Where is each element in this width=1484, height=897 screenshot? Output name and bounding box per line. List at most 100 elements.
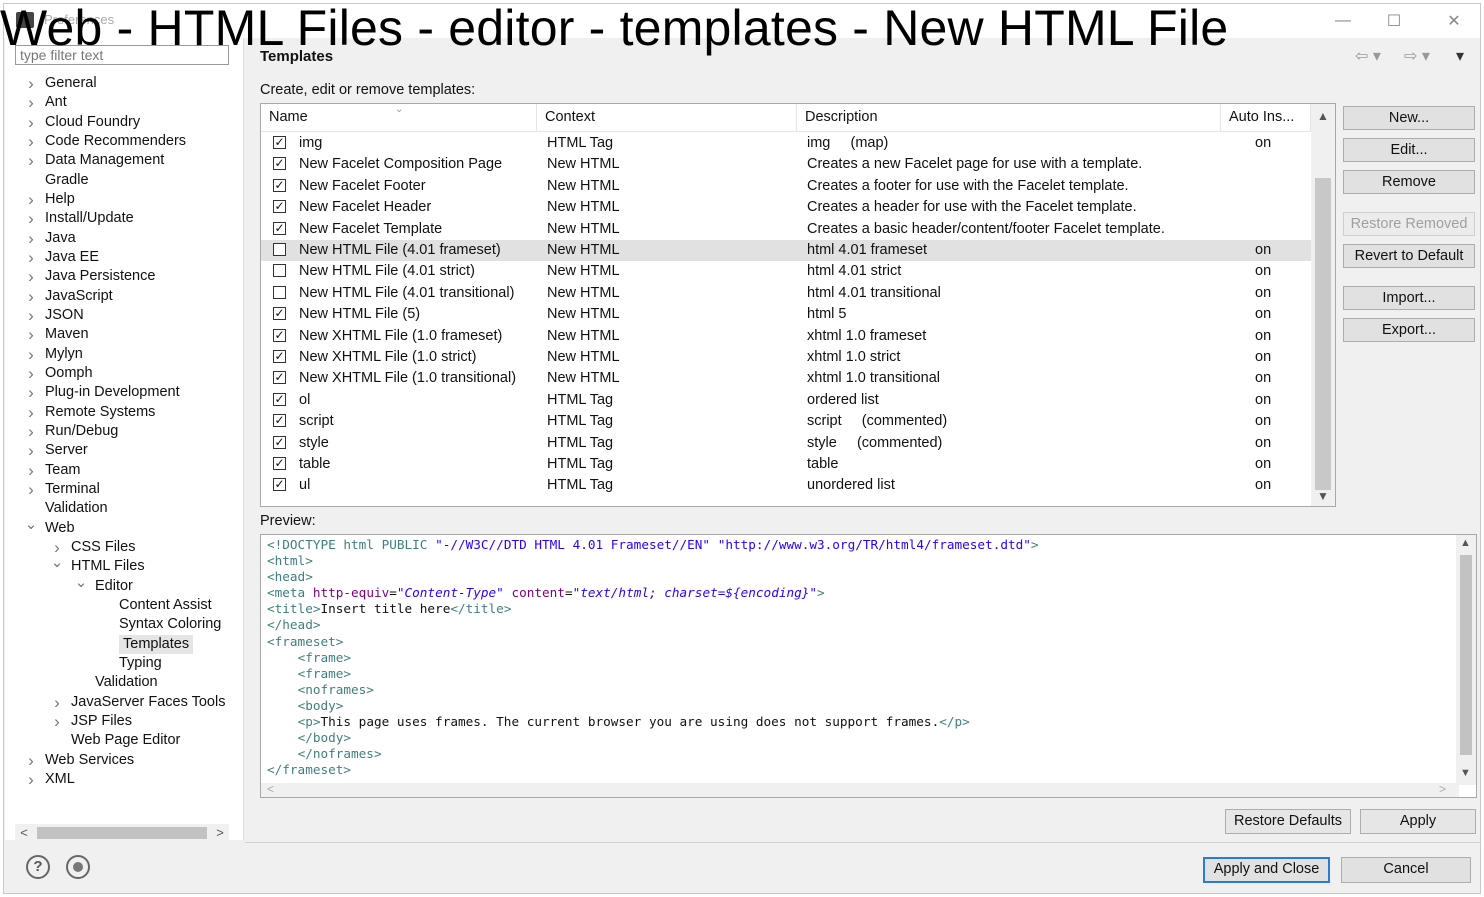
scroll-right-icon[interactable]: > [1439,782,1446,796]
enable-checkbox[interactable]: ✓ [273,178,286,192]
tree-item[interactable]: › Code Recommenders [28,132,186,151]
edit-button[interactable]: Edit... [1343,138,1475,162]
scrollbar-thumb[interactable] [1460,555,1472,755]
tree-item[interactable]: › JSP Files [54,712,132,731]
scroll-right-icon[interactable]: > [211,824,229,841]
tree-item[interactable]: › Oomph [28,364,92,383]
enable-checkbox[interactable]: ✓ [273,136,286,149]
tree-item[interactable]: › Java Persistence [28,267,155,286]
table-row[interactable]: ✓ New XHTML File (1.0 transitional) New HT… [261,368,1311,389]
table-row[interactable]: ✓ New HTML File (5) New HTML html 5 on [261,304,1311,325]
table-row[interactable]: ✓ New Facelet Template New HTML Creates a b… [261,219,1311,240]
tree-item[interactable]: › XML [28,770,75,789]
table-row[interactable]: ✓ script HTML Tag script (commented) on [261,411,1311,432]
preview-pane[interactable]: <!DOCTYPE html PUBLIC "-//W3C//DTD HTML … [260,534,1477,798]
enable-checkbox[interactable]: ✓ [273,350,286,363]
enable-checkbox[interactable]: ✓ [273,435,286,449]
scroll-up-icon[interactable]: ▲ [1311,106,1335,126]
apply-button[interactable]: Apply [1360,809,1476,834]
column-description[interactable]: Description [797,104,1221,131]
collapsed-chevron-icon[interactable]: › [23,770,39,789]
tree-item[interactable]: › Data Management [28,151,164,170]
tree-item[interactable]: › Install/Update [28,209,134,228]
tree-item[interactable]: › Java [28,229,75,248]
collapsed-chevron-icon[interactable]: › [23,345,39,364]
enable-checkbox[interactable]: ✓ [273,392,286,406]
tree-item[interactable]: › Mylyn [28,345,83,364]
tree-item[interactable]: Gradle [45,171,89,190]
collapsed-chevron-icon[interactable]: › [23,267,39,286]
table-row[interactable]: ✓ img HTML Tag img (map) on [261,133,1311,154]
cancel-button[interactable]: Cancel [1341,857,1471,883]
tree-item[interactable]: › Maven [28,325,88,344]
table-row[interactable]: New HTML File (4.01 frameset) New HTML htm… [261,240,1311,262]
tree-item[interactable]: Typing [119,654,162,673]
scrollbar-thumb[interactable] [1315,178,1331,490]
collapsed-chevron-icon[interactable]: › [23,751,39,770]
enable-checkbox[interactable] [273,243,286,256]
scroll-down-icon[interactable]: ▼ [1311,486,1335,506]
tree-item[interactable]: Templates [119,634,194,654]
tree-item[interactable]: › Run/Debug [28,422,118,441]
close-button[interactable]: ✕ [1431,6,1477,36]
tree-item[interactable]: ⌄ Editor [75,574,133,596]
tree-item[interactable]: › Terminal [28,480,100,499]
tree-item[interactable]: › Ant [28,93,67,112]
tree-item[interactable]: ⌄ Web [25,516,75,538]
forward-arrow-icon[interactable]: ⇨ ▾ [1404,46,1430,66]
scroll-down-icon[interactable]: ▼ [1460,767,1471,779]
enable-checkbox[interactable]: ✓ [273,414,286,428]
column-auto-insert[interactable]: Auto Ins... [1221,104,1311,131]
scroll-left-icon[interactable]: < [15,824,33,841]
table-row[interactable]: New HTML File (4.01 strict) New HTML html … [261,261,1311,282]
table-row[interactable]: ✓ New XHTML File (1.0 frameset) New HTML xh… [261,326,1311,347]
view-menu-icon[interactable]: ▾ [1456,46,1464,66]
apply-and-close-button[interactable]: Apply and Close [1203,857,1330,883]
table-row[interactable]: ✓ New Facelet Header New HTML Creates a hea… [261,197,1311,218]
maximize-button[interactable]: ☐ [1371,6,1417,36]
tree-item[interactable]: › Help [28,190,75,209]
enable-checkbox[interactable]: ✓ [273,457,286,470]
preview-horizontal-scrollbar[interactable]: < > [261,782,1459,797]
tree-item[interactable]: Validation [95,673,158,692]
collapsed-chevron-icon[interactable]: › [23,190,39,209]
collapsed-chevron-icon[interactable]: › [23,383,39,402]
help-icon[interactable]: ? [26,855,50,879]
enable-checkbox[interactable]: ✓ [273,200,286,214]
enable-checkbox[interactable]: ✓ [273,307,286,321]
collapsed-chevron-icon[interactable]: › [23,113,39,132]
tree-item[interactable]: Validation [45,499,108,518]
collapsed-chevron-icon[interactable]: › [23,229,39,248]
collapsed-chevron-icon[interactable]: › [23,306,39,325]
table-vertical-scrollbar[interactable]: ▲ ▼ [1311,104,1335,506]
table-row[interactable]: ✓ style HTML Tag style (commented) on [261,433,1311,454]
table-row[interactable]: New HTML File (4.01 transitional) New HTM… [261,283,1311,304]
collapsed-chevron-icon[interactable]: › [23,480,39,499]
enable-checkbox[interactable] [273,264,286,278]
tree-item[interactable]: › General [28,74,96,93]
collapsed-chevron-icon[interactable]: › [23,74,39,93]
enable-checkbox[interactable]: ✓ [273,221,286,235]
tree-item[interactable]: › Team [28,461,80,480]
table-row[interactable]: ✓ New XHTML File (1.0 strict) New HTML xhtm… [261,347,1311,368]
collapsed-chevron-icon[interactable]: › [23,287,39,306]
column-context[interactable]: Context [537,104,797,131]
table-row[interactable]: ✓ New Facelet Footer New HTML Creates a foo… [261,176,1311,197]
expanded-chevron-icon[interactable]: ⌄ [49,553,65,572]
tree-item[interactable]: › Remote Systems [28,403,155,422]
restore-removed-button[interactable]: Restore Removed [1343,212,1475,236]
collapsed-chevron-icon[interactable]: › [49,712,65,731]
collapsed-chevron-icon[interactable]: › [23,325,39,344]
collapsed-chevron-icon[interactable]: › [23,248,39,267]
collapsed-chevron-icon[interactable]: › [23,93,39,112]
collapsed-chevron-icon[interactable]: › [23,422,39,441]
collapsed-chevron-icon[interactable]: › [23,403,39,422]
minimize-button[interactable]: — [1320,6,1366,36]
enable-checkbox[interactable] [273,285,286,299]
scroll-left-icon[interactable]: < [267,782,274,796]
collapsed-chevron-icon[interactable]: › [23,209,39,228]
tree-item[interactable]: › Java EE [28,248,99,267]
table-row[interactable]: ✓ ol HTML Tag ordered list on [261,390,1311,411]
tree-item[interactable]: › Server [28,441,88,460]
enable-checkbox[interactable]: ✓ [273,157,286,171]
